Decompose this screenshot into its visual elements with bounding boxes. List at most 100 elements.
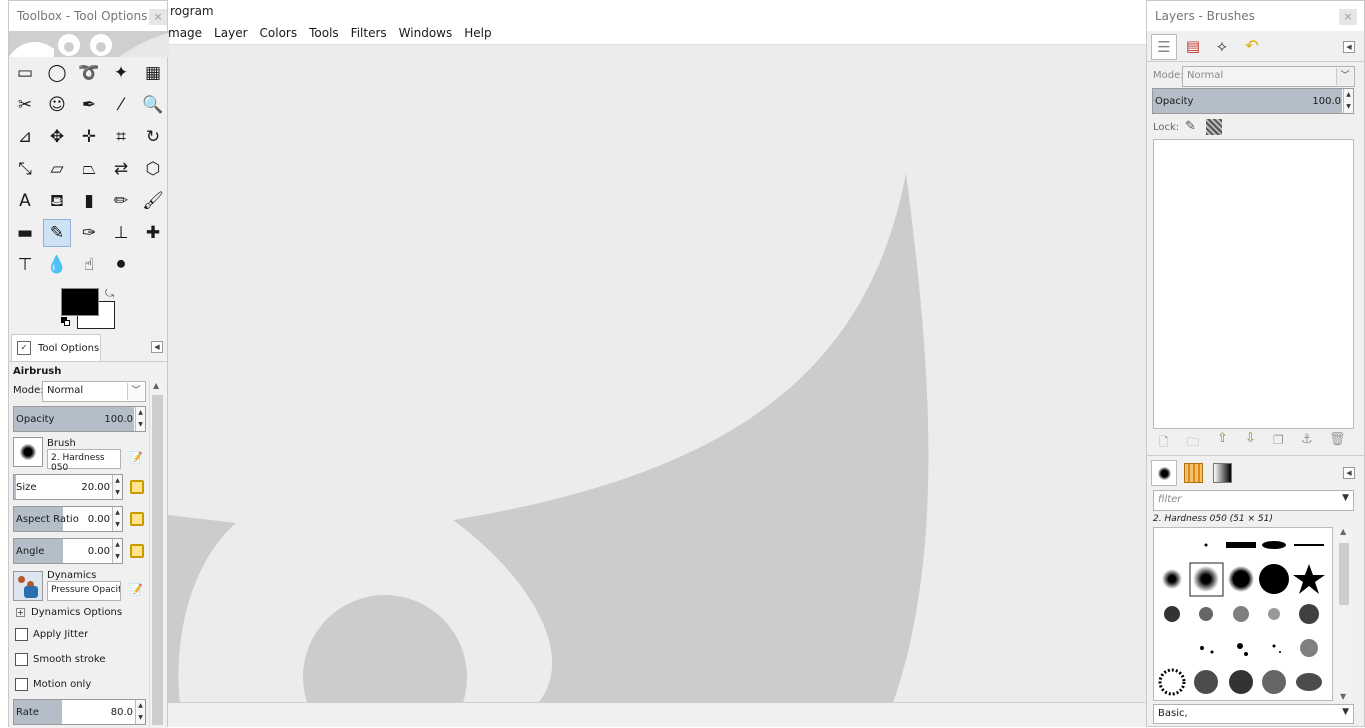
tool-button-blur-sharpen[interactable]: 💧 [43, 251, 71, 279]
tool-button-smudge[interactable]: ☝ [75, 251, 103, 279]
tool-button-gradient[interactable]: ▮ [75, 187, 103, 215]
opacity-spinscale[interactable]: Opacity 100.0 ▲ ▼ [13, 406, 146, 432]
brush-tag-combo[interactable]: Basic, ▼ [1153, 704, 1354, 724]
tool-button-perspective-clone[interactable]: ⊤ [11, 251, 39, 279]
tab-paths[interactable]: ⟡ [1209, 34, 1235, 60]
tool-button-align[interactable]: ✛ [75, 123, 103, 151]
tool-button-cage-transform[interactable]: ⬡ [139, 155, 167, 183]
default-colors-icon[interactable] [61, 317, 71, 327]
delete-layer-icon[interactable]: 🗑 [1329, 432, 1346, 447]
angle-spinscale[interactable]: Angle 0.00 ▲ ▼ [13, 538, 123, 564]
wilber-drop-area[interactable] [9, 31, 169, 57]
tool-button-rotate[interactable]: ↻ [139, 123, 167, 151]
reset-angle-icon[interactable] [130, 544, 144, 558]
rate-stepper[interactable]: ▲ ▼ [135, 700, 145, 724]
dynamics-options-expander[interactable]: Dynamics Options [31, 607, 122, 618]
brush-grid[interactable] [1153, 527, 1333, 701]
tool-button-zoom[interactable]: 🔍 [139, 91, 167, 119]
tool-options-menu-icon[interactable]: ◀ [151, 341, 163, 353]
tool-button-ink[interactable]: ✑ [75, 219, 103, 247]
smooth-stroke-checkbox[interactable] [15, 653, 28, 666]
layers-list[interactable] [1153, 139, 1354, 429]
brush-preview[interactable] [13, 437, 43, 467]
dynamics-name-field[interactable]: Pressure Opacit [47, 581, 121, 601]
tool-button-bucket-fill[interactable]: ⛾ [43, 187, 71, 215]
menu-help[interactable]: Help [458, 24, 497, 44]
expand-icon[interactable]: + [16, 608, 25, 617]
swap-colors-icon[interactable]: ⤿ [105, 287, 114, 301]
mode-combo[interactable]: Normal ﹀ [42, 381, 146, 402]
toolbox-close-button[interactable]: × [149, 9, 167, 25]
tab-brushes[interactable] [1151, 460, 1177, 486]
menu-tools[interactable]: Tools [303, 24, 345, 44]
size-stepper[interactable]: ▲ ▼ [112, 475, 122, 499]
tab-tool-options[interactable]: ✓ Tool Options [11, 334, 101, 361]
menu-windows[interactable]: Windows [393, 24, 459, 44]
menu-image[interactable]: mage [168, 24, 208, 44]
tool-button-free-select[interactable]: ➰ [75, 59, 103, 87]
tool-button-text-tool[interactable]: A [11, 187, 39, 215]
tab-layers[interactable]: ☰ [1151, 34, 1177, 60]
tool-button-pencil[interactable]: ✏ [107, 187, 135, 215]
brush-grid-scrollbar[interactable]: ▲ ▼ [1335, 527, 1353, 701]
layers-dock-close-button[interactable]: × [1339, 9, 1357, 25]
motion-only-checkbox[interactable] [15, 678, 28, 691]
aspect-ratio-stepper[interactable]: ▲ ▼ [112, 507, 122, 531]
tool-button-scale[interactable]: ⤡ [11, 155, 39, 183]
tool-button-dodge-burn[interactable]: ⚫ [107, 251, 135, 279]
menu-layer[interactable]: Layer [208, 24, 253, 44]
tool-button-scissors[interactable]: ✂ [11, 91, 39, 119]
dynamics-preview[interactable] [13, 571, 43, 601]
tool-button-move[interactable]: ✥ [43, 123, 71, 151]
foreground-color-swatch[interactable] [61, 288, 99, 316]
new-layer-icon[interactable]: 🗋 [1159, 433, 1169, 454]
tool-button-color-select[interactable]: ▦ [139, 59, 167, 87]
edit-brush-icon[interactable]: 📝 [129, 451, 143, 465]
lock-alpha-icon[interactable] [1206, 119, 1222, 135]
layers-opacity-stepper[interactable]: ▲ ▼ [1343, 89, 1353, 113]
tool-button-heal[interactable]: ✚ [139, 219, 167, 247]
duplicate-layer-icon[interactable]: ❐ [1273, 433, 1284, 447]
tool-button-shear[interactable]: ▱ [43, 155, 71, 183]
tool-button-fuzzy-select[interactable]: ✦ [107, 59, 135, 87]
tool-button-paths[interactable]: ✒ [75, 91, 103, 119]
tool-button-eraser[interactable]: ▬ [11, 219, 39, 247]
tool-button-foreground-select[interactable]: ☺ [43, 91, 71, 119]
brushes-dock-menu-icon[interactable]: ◀ [1343, 467, 1355, 479]
menu-colors[interactable]: Colors [254, 24, 304, 44]
brush-filter-input[interactable]: filter ▼ [1153, 490, 1354, 511]
empty-canvas[interactable] [168, 44, 1146, 702]
layers-dock-menu-icon[interactable]: ◀ [1343, 41, 1355, 53]
raise-layer-icon[interactable]: ⇧ [1217, 431, 1228, 446]
edit-dynamics-icon[interactable]: 📝 [129, 583, 143, 597]
tab-undo-history[interactable]: ↶ [1239, 34, 1265, 60]
layers-mode-combo[interactable]: Normal ﹀ [1182, 66, 1355, 87]
tool-button-flip[interactable]: ⇄ [107, 155, 135, 183]
lock-pixels-icon[interactable]: ✎ [1185, 119, 1196, 134]
rate-spinscale[interactable]: Rate 80.0 ▲ ▼ [13, 699, 146, 725]
new-layer-group-icon[interactable]: 🗀 [1187, 433, 1199, 454]
brush-name-field[interactable]: 2. Hardness 050 [47, 449, 121, 473]
size-spinscale[interactable]: Size 20.00 ▲ ▼ [13, 474, 123, 500]
tab-channels[interactable]: ▤ [1180, 34, 1206, 60]
reset-aspect-ratio-icon[interactable] [130, 512, 144, 526]
tool-button-crop[interactable]: ⌗ [107, 123, 135, 151]
apply-jitter-checkbox[interactable] [15, 628, 28, 641]
tab-patterns[interactable] [1180, 460, 1206, 486]
aspect-ratio-spinscale[interactable]: Aspect Ratio 0.00 ▲ ▼ [13, 506, 123, 532]
tool-button-rect-select[interactable]: ▭ [11, 59, 39, 87]
tool-button-paintbrush[interactable]: 🖌 [139, 187, 167, 215]
layers-opacity-spinscale[interactable]: Opacity 100.0 ▲ ▼ [1152, 88, 1354, 114]
tool-button-color-picker[interactable]: ⁄ [107, 91, 135, 119]
reset-size-icon[interactable] [130, 480, 144, 494]
menu-filters[interactable]: Filters [345, 24, 393, 44]
angle-stepper[interactable]: ▲ ▼ [112, 539, 122, 563]
tool-button-airbrush[interactable]: ✎ [43, 219, 71, 247]
lower-layer-icon[interactable]: ⇩ [1245, 431, 1256, 446]
tool-button-clone[interactable]: ⊥ [107, 219, 135, 247]
tool-button-measure[interactable]: ⊿ [11, 123, 39, 151]
tool-button-ellipse-select[interactable]: ◯ [43, 59, 71, 87]
tab-gradients[interactable] [1209, 460, 1235, 486]
tool-button-perspective[interactable]: ⏢ [75, 155, 103, 183]
tool-options-scrollbar[interactable]: ▲ [149, 381, 165, 728]
